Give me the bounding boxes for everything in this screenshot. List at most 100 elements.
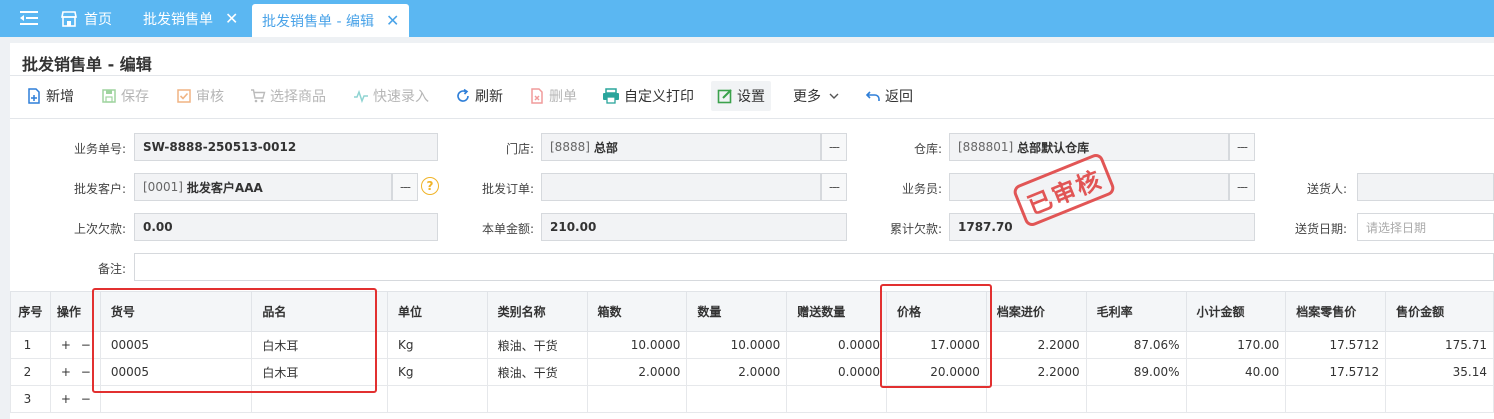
cell-seq: 2 [10, 358, 51, 386]
tab-label: 批发销售单 - 编辑 [262, 13, 374, 30]
col-cost[interactable]: 档案进价 [985, 291, 1087, 332]
col-boxes[interactable]: 箱数 [586, 291, 688, 332]
custom-print-label: 自定义打印 [624, 89, 694, 105]
cell-retail-amount: 35.14 [1385, 358, 1494, 386]
divider [10, 75, 1494, 76]
cell-gift-qty[interactable]: 0.0000 [786, 331, 888, 359]
audit-label: 审核 [196, 89, 224, 105]
col-retail-amount[interactable]: 售价金额 [1385, 291, 1494, 332]
cell-gift-qty[interactable] [786, 385, 888, 413]
highlight-price [880, 284, 992, 388]
store-pick-button[interactable]: --- [821, 133, 847, 161]
cell-boxes[interactable] [586, 385, 688, 413]
add-button[interactable]: 新增 [26, 81, 74, 111]
store-code: [8888] [550, 140, 590, 154]
custom-print-button[interactable]: 自定义打印 [602, 81, 694, 111]
store-name: 总部 [593, 140, 618, 155]
amount-field: 210.00 [541, 213, 847, 241]
delete-file-icon [531, 88, 543, 104]
cell-retail: 17.5712 [1285, 358, 1387, 386]
settings-button[interactable]: 设置 [711, 81, 771, 111]
order-pick-button[interactable]: --- [821, 173, 847, 201]
total-debt-field: 1787.70 [949, 213, 1255, 241]
deliverer-label: 送货人: [1306, 182, 1347, 196]
pulse-icon [354, 89, 368, 104]
cell-subtotal [1185, 385, 1287, 413]
total-debt-value: 1787.70 [958, 220, 1013, 234]
check-box-icon [177, 89, 191, 103]
customer-pick-button[interactable]: --- [392, 173, 418, 201]
deliverer-field[interactable] [1357, 173, 1494, 201]
cell-qty[interactable] [686, 385, 788, 413]
back-arrow-icon [865, 91, 880, 101]
tab-bar: 首页 批发销售单 ✕ 批发销售单 - 编辑 ✕ [0, 0, 1494, 37]
delete-bill-button[interactable]: 删单 [529, 81, 577, 111]
col-margin[interactable]: 毛利率 [1085, 291, 1187, 332]
close-icon[interactable]: ✕ [225, 10, 238, 27]
cell-unit[interactable] [386, 385, 488, 413]
divider [10, 118, 1494, 119]
amount-value: 210.00 [550, 220, 597, 234]
col-unit[interactable]: 单位 [386, 291, 488, 332]
audit-button[interactable]: 审核 [176, 81, 224, 111]
cell-retail [1285, 385, 1387, 413]
cart-icon [251, 89, 266, 103]
back-button[interactable]: 返回 [865, 81, 913, 111]
chevron-down-icon [829, 93, 839, 99]
last-debt-value: 0.00 [143, 220, 173, 234]
cell-unit[interactable]: Kg [386, 331, 488, 359]
settings-label: 设置 [737, 89, 765, 105]
cell-seq: 3 [10, 385, 51, 413]
cell-subtotal: 170.00 [1185, 331, 1287, 359]
cell-qty[interactable]: 2.0000 [686, 358, 788, 386]
help-icon[interactable]: ? [421, 177, 439, 195]
tab-wholesale-edit[interactable]: 批发销售单 - 编辑 ✕ [252, 4, 410, 37]
col-subtotal[interactable]: 小计金额 [1185, 291, 1287, 332]
salesman-pick-button[interactable]: --- [1229, 173, 1255, 201]
cell-boxes[interactable]: 10.0000 [586, 331, 688, 359]
highlight-code-name [92, 288, 377, 393]
cell-gift-qty[interactable]: 0.0000 [786, 358, 888, 386]
select-goods-button[interactable]: 选择商品 [250, 81, 326, 111]
tab-wholesale-list[interactable]: 批发销售单 ✕ [133, 0, 248, 37]
bill-no-label: 业务单号: [73, 142, 126, 156]
order-field[interactable] [541, 173, 821, 201]
close-icon[interactable]: ✕ [386, 12, 399, 29]
store-field[interactable]: [8888] 总部 [541, 133, 821, 161]
col-retail[interactable]: 档案零售价 [1285, 291, 1387, 332]
more-dropdown[interactable]: 更多 [793, 81, 845, 111]
cell-margin [1085, 385, 1187, 413]
col-qty[interactable]: 数量 [686, 291, 788, 332]
cell-seq: 1 [10, 331, 51, 359]
cell-qty[interactable]: 10.0000 [686, 331, 788, 359]
quick-entry-label: 快速录入 [373, 89, 429, 105]
customer-field[interactable]: [0001] 批发客户AAA [134, 173, 392, 201]
quick-entry-button[interactable]: 快速录入 [353, 81, 429, 111]
customer-code: [0001] [143, 180, 183, 194]
order-label: 批发订单: [481, 182, 534, 196]
total-debt-label: 累计欠款: [889, 222, 942, 236]
bill-no-value: SW-8888-250513-0012 [143, 140, 297, 154]
cell-boxes[interactable]: 2.0000 [586, 358, 688, 386]
menu-toggle-icon[interactable] [18, 9, 40, 27]
cell-price[interactable] [886, 385, 987, 413]
col-category[interactable]: 类别名称 [486, 291, 588, 332]
remark-field[interactable] [134, 253, 1494, 281]
last-debt-field: 0.00 [134, 213, 438, 241]
save-button[interactable]: 保存 [101, 81, 149, 111]
tab-home[interactable]: 首页 [60, 0, 112, 37]
save-label: 保存 [121, 89, 149, 105]
add-label: 新增 [46, 89, 74, 105]
refresh-label: 刷新 [475, 89, 503, 105]
warehouse-pick-button[interactable]: --- [1229, 133, 1255, 161]
delivery-date-field[interactable]: 请选择日期 [1357, 213, 1494, 241]
delivery-date-label: 送货日期: [1294, 222, 1347, 236]
refresh-button[interactable]: 刷新 [455, 81, 503, 111]
page-title: 批发销售单 - 编辑 [22, 55, 152, 74]
more-label: 更多 [793, 89, 821, 105]
cell-unit[interactable]: Kg [386, 358, 488, 386]
warehouse-label: 仓库: [913, 142, 942, 156]
cell-category [486, 385, 588, 413]
col-gift-qty[interactable]: 赠送数量 [786, 291, 888, 332]
cell-subtotal: 40.00 [1185, 358, 1287, 386]
